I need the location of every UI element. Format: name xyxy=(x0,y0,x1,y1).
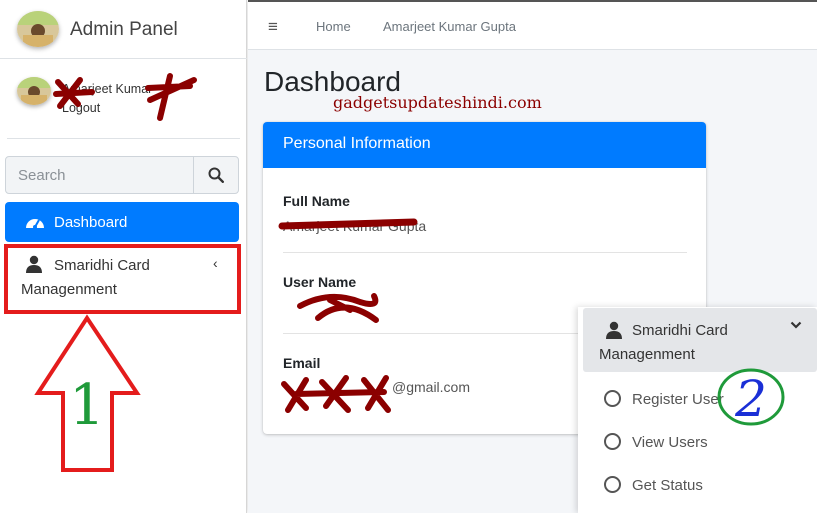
card-title: Personal Information xyxy=(283,135,431,152)
user-panel: Amarjeet Kumar Logout xyxy=(0,60,247,140)
menu-icon[interactable]: ≡ xyxy=(268,17,278,37)
nav-user-link[interactable]: Amarjeet Kumar Gupta xyxy=(383,19,516,34)
email-value: @gmail.com xyxy=(392,379,471,395)
user-avatar xyxy=(17,77,51,105)
brand-title: Admin Panel xyxy=(70,19,178,40)
sidebar-item-label: Dashboard xyxy=(54,214,128,231)
highlight-box xyxy=(4,244,241,314)
submenu-item-label: Get Status xyxy=(632,477,703,494)
logout-link[interactable]: Logout xyxy=(62,101,100,115)
user-name-label: User Name xyxy=(283,274,357,290)
nav-home-link[interactable]: Home xyxy=(316,19,351,34)
expanded-menu-panel: Smaridhi Card Managenment Register User … xyxy=(578,307,817,513)
divider xyxy=(283,252,687,253)
menu-item-label: Smaridhi Card xyxy=(632,322,728,339)
submenu-item-label: Register User xyxy=(632,391,724,408)
user-panel-divider xyxy=(7,138,240,139)
chevron-down-icon xyxy=(790,321,802,329)
search-input[interactable] xyxy=(6,157,194,193)
tachometer-icon xyxy=(26,219,44,229)
menu-item-smaridhi-card[interactable]: Smaridhi Card Managenment xyxy=(583,308,817,372)
user-name[interactable]: Amarjeet Kumar xyxy=(62,82,152,96)
brand-logo xyxy=(17,11,59,47)
submenu-item-register-user[interactable]: Register User xyxy=(578,383,817,419)
top-navbar: ≡ Home Amarjeet Kumar Gupta xyxy=(248,0,817,50)
menu-item-label-line2: Managenment xyxy=(599,346,695,363)
circle-icon xyxy=(604,433,621,450)
submenu-item-view-users[interactable]: View Users xyxy=(578,426,817,462)
submenu-item-get-status[interactable]: Get Status xyxy=(578,469,817,505)
watermark-text: gadgetsupdateshindi.com xyxy=(333,93,542,112)
full-name-value: Amarjeet Kumar Gupta xyxy=(283,218,427,234)
email-label: Email xyxy=(283,355,321,371)
circle-icon xyxy=(604,476,621,493)
card-header: Personal Information xyxy=(263,122,706,168)
search-button[interactable] xyxy=(193,157,238,193)
submenu-item-label: View Users xyxy=(632,434,708,451)
search-icon xyxy=(208,167,224,183)
full-name-label: Full Name xyxy=(283,193,350,209)
circle-icon xyxy=(604,390,621,407)
brand-link[interactable]: Admin Panel xyxy=(0,0,247,59)
user-icon xyxy=(606,321,622,339)
sidebar-item-dashboard[interactable]: Dashboard xyxy=(5,202,239,242)
sidebar-search xyxy=(5,156,239,194)
